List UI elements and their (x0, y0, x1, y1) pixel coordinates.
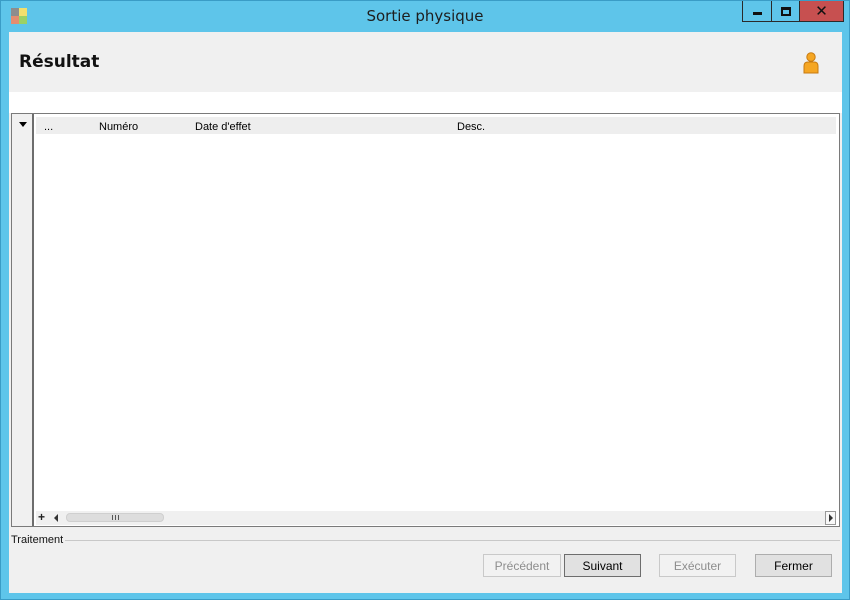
column-header-more[interactable]: ... (44, 121, 53, 133)
row-header-column (12, 114, 34, 526)
results-grid[interactable]: ... Numéro Date d'effet Desc. + (11, 113, 840, 527)
scroll-right-icon (829, 514, 833, 522)
header-separator (9, 92, 842, 113)
maximize-button[interactable] (771, 1, 800, 22)
client-area: Résultat ... Numéro Date d'effet Desc. + (9, 32, 842, 593)
groupbox-divider (65, 540, 840, 541)
column-header-desc[interactable]: Desc. (457, 121, 485, 133)
user-icon (803, 52, 819, 74)
column-header-numero[interactable]: Numéro (99, 121, 138, 133)
column-header-date-effet[interactable]: Date d'effet (195, 121, 251, 133)
title-bar[interactable]: Sortie physique ✕ (1, 1, 849, 31)
application-window: Sortie physique ✕ Résultat ... Numéro Da… (0, 0, 850, 600)
execute-button[interactable]: Exécuter (659, 554, 736, 577)
minimize-button[interactable] (742, 1, 772, 22)
close-window-button[interactable]: ✕ (799, 1, 844, 22)
previous-button[interactable]: Précédent (483, 554, 561, 577)
scroll-right-button[interactable] (825, 511, 836, 525)
grid-column-header: ... Numéro Date d'effet Desc. (36, 117, 836, 134)
dropdown-arrow-icon[interactable] (19, 122, 27, 127)
close-button[interactable]: Fermer (755, 554, 832, 577)
scroll-left-icon[interactable] (54, 514, 58, 522)
minimize-icon (752, 11, 762, 15)
groupbox-label: Traitement (11, 534, 66, 546)
window-title: Sortie physique (366, 7, 484, 25)
horizontal-scrollbar[interactable]: + (36, 510, 836, 525)
next-button[interactable]: Suivant (564, 554, 641, 577)
maximize-icon (780, 6, 791, 16)
close-icon: ✕ (815, 1, 828, 20)
header-band: Résultat (9, 32, 842, 92)
page-title: Résultat (19, 52, 100, 72)
add-row-icon[interactable]: + (38, 510, 45, 524)
scroll-thumb[interactable] (66, 513, 164, 522)
